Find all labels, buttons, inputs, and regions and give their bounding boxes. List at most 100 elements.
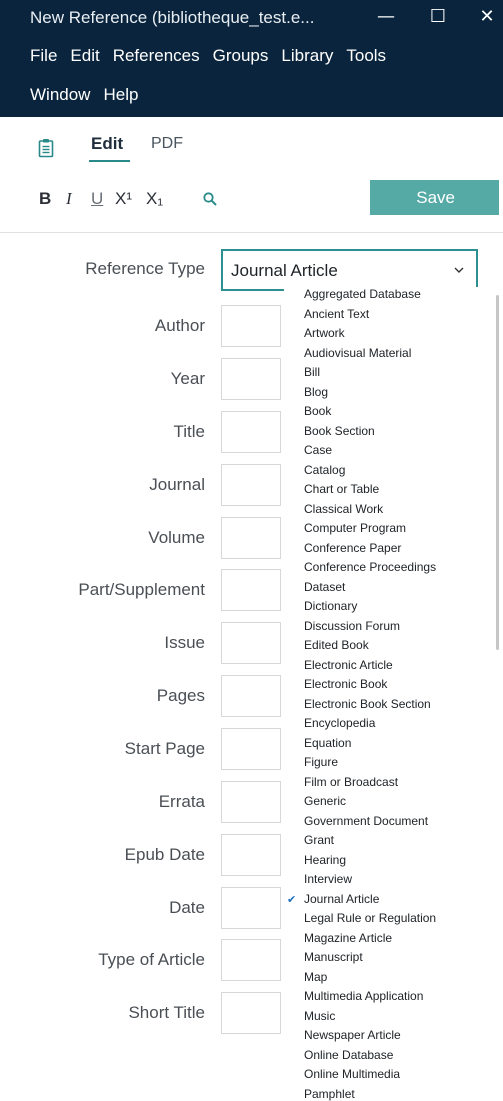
dropdown-option[interactable]: Generic (304, 794, 346, 808)
tab-edit[interactable]: Edit (91, 134, 123, 154)
window-header: New Reference (bibliotheque_test.e... — … (0, 0, 503, 117)
dropdown-option[interactable]: Journal Article (304, 892, 379, 906)
dropdown-option[interactable]: Dictionary (304, 599, 357, 613)
dropdown-option[interactable]: Blog (304, 385, 328, 399)
dropdown-option[interactable]: Classical Work (304, 502, 383, 516)
type-of-article-field[interactable] (221, 939, 281, 981)
dropdown-option[interactable]: Map (304, 970, 327, 984)
underline-button[interactable]: U (91, 189, 103, 209)
dropdown-option[interactable]: Electronic Book Section (304, 697, 431, 711)
superscript-button[interactable]: X¹ (115, 189, 132, 209)
epub-date-field[interactable] (221, 834, 281, 876)
pages-field[interactable] (221, 675, 281, 717)
dropdown-option[interactable]: Equation (304, 736, 351, 750)
dropdown-option[interactable]: Edited Book (304, 638, 369, 652)
dropdown-option[interactable]: Book (304, 404, 331, 418)
dropdown-option[interactable]: Chart or Table (304, 482, 379, 496)
dropdown-option[interactable]: Government Document (304, 814, 428, 828)
dropdown-option[interactable]: Electronic Book (304, 677, 387, 691)
dropdown-option[interactable]: Bill (304, 365, 320, 379)
toolbar-divider (0, 232, 503, 233)
close-button[interactable]: ✕ (470, 3, 503, 31)
reference-type-label: Reference Type (85, 259, 205, 278)
bold-button[interactable]: B (39, 189, 51, 209)
dropdown-option[interactable]: Online Database (304, 1048, 393, 1062)
volume-field[interactable] (221, 517, 281, 559)
dropdown-option[interactable]: Computer Program (304, 521, 406, 535)
menu-bar-row2: Window Help (30, 85, 138, 115)
dropdown-option[interactable]: Audiovisual Material (304, 346, 411, 360)
title-label: Title (173, 422, 206, 441)
dropdown-option[interactable]: Discussion Forum (304, 619, 400, 633)
menu-window[interactable]: Window (30, 85, 90, 115)
active-tab-indicator (89, 160, 130, 162)
dropdown-option[interactable]: Pamphlet (304, 1087, 355, 1101)
scrollbar-thumb[interactable] (496, 295, 499, 650)
menu-edit[interactable]: Edit (70, 46, 99, 76)
year-field[interactable] (221, 358, 281, 400)
dropdown-option[interactable]: Hearing (304, 853, 346, 867)
chevron-down-icon (453, 263, 465, 281)
dropdown-option[interactable]: Newspaper Article (304, 1028, 401, 1042)
issue-label: Issue (164, 633, 205, 652)
search-icon[interactable] (203, 192, 217, 211)
tab-pdf[interactable]: PDF (151, 135, 183, 153)
part-supplement-field[interactable] (221, 569, 281, 611)
dropdown-option[interactable]: Catalog (304, 463, 345, 477)
dropdown-option[interactable]: Online Multimedia (304, 1067, 400, 1081)
start-page-field[interactable] (221, 728, 281, 770)
dropdown-option[interactable]: Conference Paper (304, 541, 401, 555)
menu-tools[interactable]: Tools (346, 46, 386, 76)
part-supplement-label: Part/Supplement (78, 580, 205, 599)
save-button[interactable]: Save (370, 180, 499, 215)
dropdown-option[interactable]: Book Section (304, 424, 375, 438)
menu-bar: File Edit References Groups Library Tool… (30, 46, 386, 76)
dropdown-option[interactable]: Interview (304, 872, 352, 886)
dropdown-option[interactable]: Electronic Article (304, 658, 393, 672)
type-of-article-label: Type of Article (98, 950, 205, 969)
menu-groups[interactable]: Groups (213, 46, 269, 76)
author-label: Author (154, 316, 205, 335)
dropdown-option[interactable]: Conference Proceedings (304, 560, 436, 574)
menu-references[interactable]: References (113, 46, 200, 76)
italic-button[interactable]: I (66, 189, 72, 209)
pages-label: Pages (156, 686, 205, 705)
dropdown-option[interactable]: Film or Broadcast (304, 775, 398, 789)
date-field[interactable] (221, 887, 281, 929)
menu-file[interactable]: File (30, 46, 57, 76)
short-title-field[interactable] (221, 992, 281, 1034)
checkmark-icon: ✔ (287, 892, 297, 906)
reference-type-select[interactable]: Journal Article (221, 249, 478, 291)
dropdown-option[interactable]: Grant (304, 833, 334, 847)
dropdown-option[interactable]: Manuscript (304, 950, 363, 964)
journal-field[interactable] (221, 464, 281, 506)
author-field[interactable] (221, 305, 281, 347)
title-field[interactable] (221, 411, 281, 453)
year-label: Year (170, 369, 205, 388)
tab-strip (0, 117, 503, 175)
dropdown-option[interactable]: Music (304, 1009, 335, 1023)
epub-date-label: Epub Date (124, 845, 205, 864)
dropdown-option[interactable]: Ancient Text (304, 307, 369, 321)
issue-field[interactable] (221, 622, 281, 664)
dropdown-option[interactable]: Encyclopedia (304, 716, 375, 730)
dropdown-option[interactable]: Figure (304, 755, 338, 769)
document-icon[interactable] (38, 138, 54, 163)
dropdown-option[interactable]: Multimedia Application (304, 989, 423, 1003)
title-bar[interactable]: New Reference (bibliotheque_test.e... — … (0, 0, 503, 34)
minimize-button[interactable]: — (369, 3, 403, 31)
dropdown-option[interactable]: Dataset (304, 580, 345, 594)
dropdown-option[interactable]: Artwork (304, 326, 345, 340)
maximize-button[interactable]: ☐ (421, 3, 455, 31)
short-title-label: Short Title (128, 1003, 205, 1022)
dropdown-option[interactable]: Aggregated Database (304, 287, 421, 301)
menu-library[interactable]: Library (281, 46, 333, 76)
subscript-button[interactable]: X₁ (146, 189, 163, 209)
errata-label: Errata (158, 792, 205, 811)
errata-field[interactable] (221, 781, 281, 823)
menu-help[interactable]: Help (103, 85, 138, 115)
window-title: New Reference (bibliotheque_test.e... (30, 8, 315, 27)
dropdown-option[interactable]: Case (304, 443, 332, 457)
dropdown-option[interactable]: Legal Rule or Regulation (304, 911, 436, 925)
dropdown-option[interactable]: Magazine Article (304, 931, 392, 945)
